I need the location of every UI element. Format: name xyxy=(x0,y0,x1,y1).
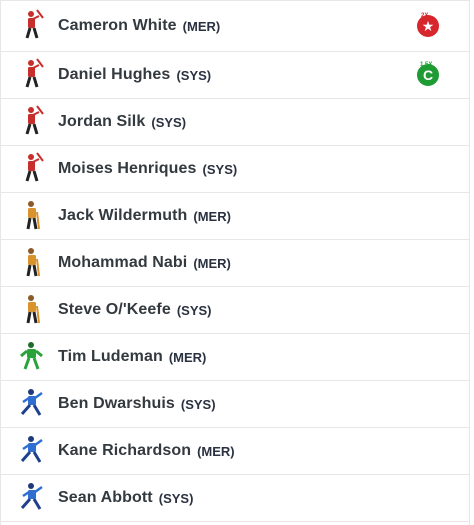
player-team: (SYS) xyxy=(202,161,238,177)
batsman-icon xyxy=(25,58,44,88)
batsman-icon xyxy=(25,9,44,39)
player-team: (MER) xyxy=(193,255,231,271)
player-row-tim-ludeman[interactable]: Tim Ludeman (MER) xyxy=(1,334,469,381)
player-row-jack-wildermuth[interactable]: Jack Wildermuth (MER) xyxy=(1,193,469,240)
player-row-jordan-silk[interactable]: Jordan Silk (SYS) xyxy=(1,99,469,146)
player-name: Kane Richardson xyxy=(58,442,192,459)
player-name: Tim Ludeman xyxy=(58,348,163,365)
wicketkeeper-icon xyxy=(20,342,43,370)
batsman-icon xyxy=(25,105,44,135)
player-row-steve-okeefe[interactable]: Steve O/'Keefe (SYS) xyxy=(1,287,469,334)
bowler-icon xyxy=(20,389,43,416)
player-name: Cameron White xyxy=(58,17,177,34)
player-name: Jack Wildermuth xyxy=(58,207,188,224)
player-row-moises-henriques[interactable]: Moises Henriques (SYS) xyxy=(1,146,469,193)
player-name: Steve O/'Keefe xyxy=(58,301,171,318)
allrounder-icon xyxy=(26,201,40,230)
player-team: (MER) xyxy=(168,349,207,365)
player-team: (SYS) xyxy=(176,302,212,318)
player-row-kane-richardson[interactable]: Kane Richardson (MER) xyxy=(1,428,469,475)
player-row-cameron-white[interactable]: Cameron White (MER) ★ 2X xyxy=(1,0,469,52)
player-row-ben-dwarshuis[interactable]: Ben Dwarshuis (SYS) xyxy=(1,381,469,428)
player-row-daniel-hughes[interactable]: Daniel Hughes (SYS) C 1.5X xyxy=(1,52,469,99)
batsman-icon xyxy=(25,152,44,182)
player-team: (MER) xyxy=(197,443,235,459)
svg-text:C: C xyxy=(423,67,433,83)
allrounder-icon xyxy=(26,295,40,324)
player-list: Cameron White (MER) ★ 2X Daniel Hughes (… xyxy=(0,0,470,525)
bowler-icon xyxy=(20,436,43,463)
player-team: (MER) xyxy=(193,208,231,224)
svg-text:2X: 2X xyxy=(421,13,428,19)
svg-text:1.5X: 1.5X xyxy=(420,62,432,68)
player-name: Mohammad Nabi xyxy=(58,254,188,271)
player-team: (SYS) xyxy=(176,67,212,83)
player-row-sean-abbott[interactable]: Sean Abbott (SYS) xyxy=(1,475,469,522)
player-name: Ben Dwarshuis xyxy=(58,395,175,412)
2x-points-badge-icon: ★ 2X xyxy=(417,13,439,37)
player-name: Daniel Hughes xyxy=(58,66,171,83)
player-team: (SYS) xyxy=(158,490,194,506)
player-team: (MER) xyxy=(182,18,221,34)
svg-text:★: ★ xyxy=(422,19,435,35)
player-name: Moises Henriques xyxy=(58,160,197,177)
captain-badge-icon: C 1.5X xyxy=(417,62,439,86)
player-row-mohammad-nabi[interactable]: Mohammad Nabi (MER) xyxy=(1,240,469,287)
player-name: Jordan Silk xyxy=(58,113,146,130)
player-name: Sean Abbott xyxy=(58,489,153,506)
bowler-icon xyxy=(20,483,43,510)
player-team: (SYS) xyxy=(151,114,187,130)
allrounder-icon xyxy=(26,248,40,277)
player-team: (SYS) xyxy=(180,396,216,412)
